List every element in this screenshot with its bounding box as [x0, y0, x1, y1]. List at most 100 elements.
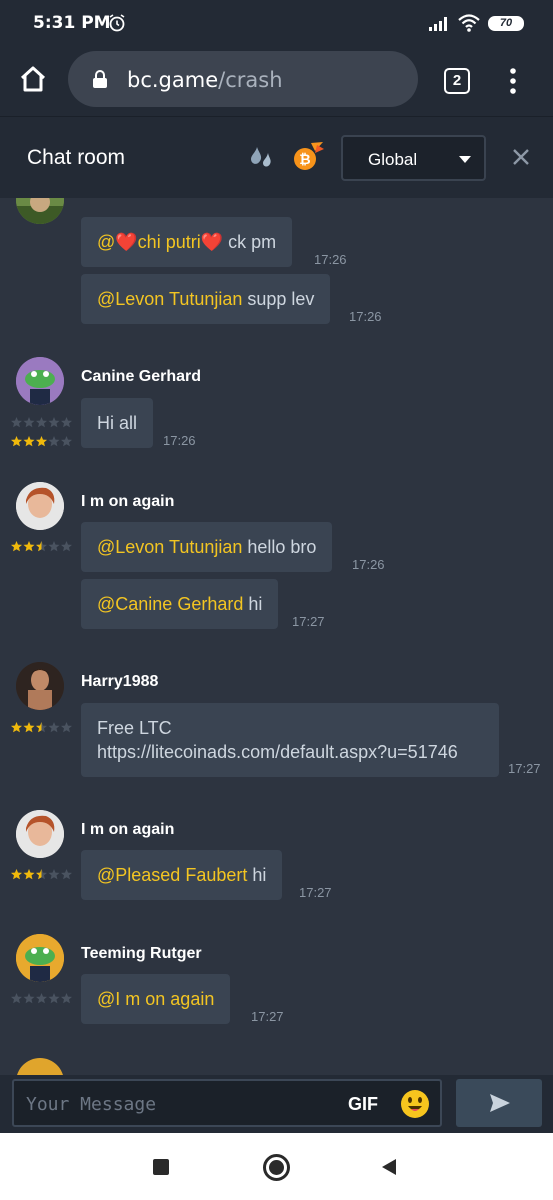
star-icon	[48, 869, 60, 880]
gif-button[interactable]: GIF	[348, 1094, 378, 1115]
url-bar[interactable]: bc.game/crash	[68, 51, 418, 107]
message-time: 17:26	[352, 557, 385, 572]
star-icon	[61, 993, 72, 1004]
message-bubble: @I m on again	[81, 974, 231, 1024]
user-rating-stars	[11, 436, 72, 447]
star-icon	[23, 993, 35, 1004]
back-icon[interactable]	[380, 1158, 398, 1176]
message-bubble: @❤️chi putri❤️ ck pm	[81, 217, 293, 267]
channel-select[interactable]: Global	[341, 135, 486, 181]
tabs-count-button[interactable]: 2	[444, 68, 470, 94]
avatar[interactable]	[16, 662, 64, 710]
message-text: Free LTC	[97, 718, 172, 738]
mention: @Levon Tutunjian	[97, 289, 243, 309]
bitcoin-rocket-icon[interactable]: ₿	[291, 141, 325, 173]
star-icon	[11, 722, 22, 733]
username[interactable]: Teeming Rutger	[81, 945, 202, 963]
message-text: supp lev	[242, 289, 315, 309]
star-icon	[11, 993, 22, 1004]
recent-apps-icon[interactable]	[153, 1159, 169, 1175]
mention: @I m on again	[97, 989, 215, 1009]
username[interactable]: I m on again	[81, 821, 174, 839]
star-icon	[48, 417, 60, 428]
mention: @Canine Gerhard	[97, 594, 244, 614]
message-time: 17:26	[349, 309, 382, 324]
message-time: 17:27	[292, 614, 325, 629]
channel-select-value: Global	[368, 150, 418, 169]
message-bubble: @Levon Tutunjian supp lev	[81, 274, 331, 324]
mention: @❤️chi putri❤️	[97, 232, 224, 252]
message-input[interactable]	[26, 1091, 336, 1117]
emoji-icon[interactable]	[400, 1089, 430, 1119]
close-icon[interactable]	[512, 148, 530, 166]
star-icon	[23, 541, 35, 552]
username[interactable]: Canine Gerhard	[81, 368, 201, 386]
chat-title: Chat room	[27, 146, 126, 169]
star-icon	[11, 417, 22, 428]
user-rating-stars	[11, 993, 72, 1004]
avatar[interactable]	[16, 357, 64, 405]
message-input-wrapper: GIF	[12, 1079, 442, 1127]
mention: @Pleased Faubert	[97, 865, 248, 885]
send-button[interactable]	[456, 1079, 542, 1127]
message-link[interactable]: https://litecoinads.com/default.aspx?u=5…	[97, 740, 483, 764]
message-bubble: Free LTC https://litecoinads.com/default…	[81, 703, 499, 777]
message-composer: GIF	[0, 1075, 553, 1133]
home-button-icon[interactable]	[263, 1154, 290, 1181]
browser-toolbar: bc.game/crash 2	[0, 46, 553, 116]
avatar[interactable]	[16, 810, 64, 858]
message-text: ck pm	[223, 232, 277, 252]
lock-icon	[93, 70, 107, 88]
message-text: hello bro	[242, 537, 317, 557]
message-bubble: Hi all	[81, 398, 154, 448]
url-text: bc.game/crash	[127, 68, 283, 92]
star-icon	[36, 436, 47, 447]
avatar[interactable]	[16, 1058, 64, 1075]
wifi-icon	[458, 14, 480, 32]
star-icon	[61, 869, 72, 880]
star-icon	[61, 417, 72, 428]
star-icon	[48, 541, 60, 552]
more-options-icon[interactable]	[507, 66, 519, 96]
star-icon	[11, 541, 22, 552]
username[interactable]: Harry1988	[81, 673, 158, 691]
message-time: 17:26	[163, 433, 196, 448]
avatar[interactable]	[16, 482, 64, 530]
message-time: 17:27	[251, 1009, 284, 1024]
home-icon[interactable]	[18, 64, 48, 94]
star-icon	[36, 869, 47, 880]
signal-icon	[429, 17, 447, 31]
rain-drops-icon[interactable]	[243, 143, 275, 173]
avatar[interactable]	[16, 198, 64, 224]
star-icon	[11, 869, 22, 880]
battery-indicator: 70	[488, 16, 524, 31]
message-text: Hi all	[97, 413, 138, 433]
star-icon	[36, 722, 47, 733]
message-bubble: @Canine Gerhard hi	[81, 579, 279, 629]
star-icon	[48, 993, 60, 1004]
message-text: hi	[243, 594, 263, 614]
star-icon	[23, 417, 35, 428]
send-icon	[490, 1094, 510, 1112]
star-icon	[36, 541, 47, 552]
star-icon	[23, 436, 35, 447]
chat-messages[interactable]: @❤️chi putri❤️ ck pm 17:26 @Levon Tutunj…	[0, 198, 553, 1075]
message-time: 17:27	[299, 885, 332, 900]
alarm-icon	[109, 14, 125, 32]
message-bubble: @Levon Tutunjian hello bro	[81, 522, 333, 572]
user-rating-stars	[11, 541, 72, 552]
message-time: 17:27	[508, 761, 541, 776]
star-icon	[61, 541, 72, 552]
chat-header: Chat room ₿ Global	[0, 116, 553, 198]
star-icon	[23, 869, 35, 880]
star-icon	[11, 436, 22, 447]
user-rating-stars	[11, 417, 72, 428]
avatar[interactable]	[16, 934, 64, 982]
username[interactable]: I m on again	[81, 493, 174, 511]
star-icon	[61, 722, 72, 733]
star-icon	[23, 722, 35, 733]
star-icon	[36, 417, 47, 428]
svg-text:₿: ₿	[299, 152, 310, 168]
star-icon	[36, 993, 47, 1004]
message-time: 17:26	[314, 252, 347, 267]
